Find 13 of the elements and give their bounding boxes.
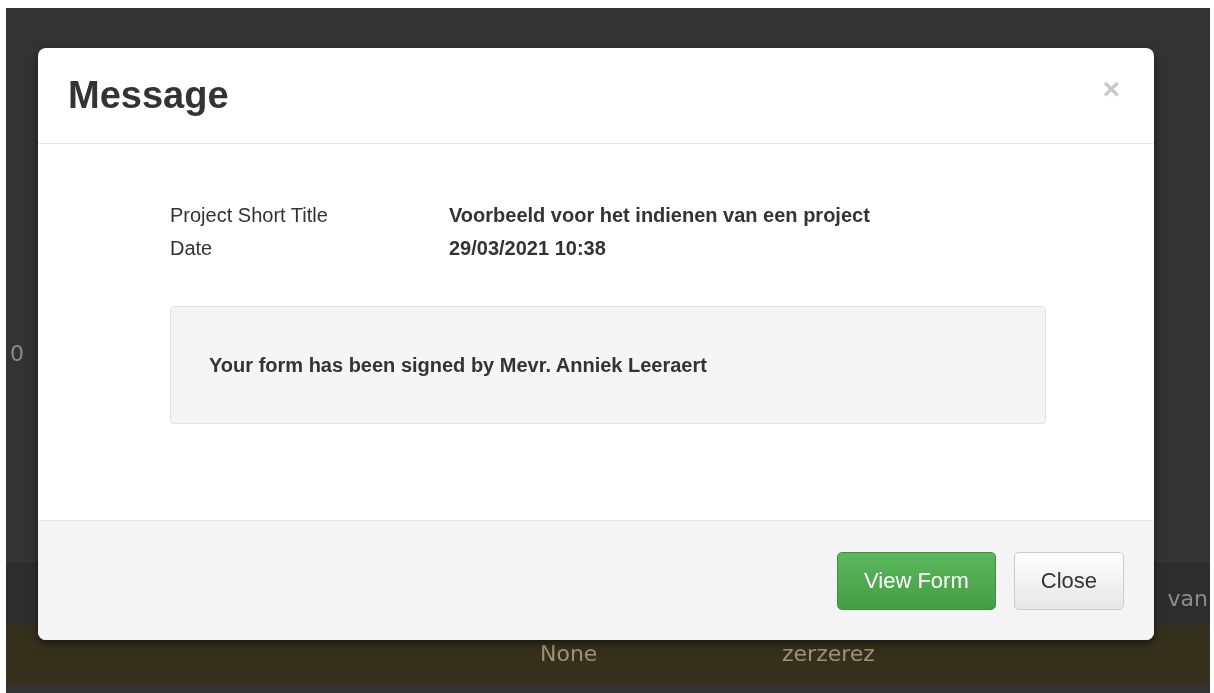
background-text: van (1167, 586, 1208, 611)
field-value: 29/03/2021 10:38 (449, 237, 607, 260)
close-dialog-button[interactable]: Close (1013, 551, 1124, 610)
field-label: Project Short Title (170, 204, 329, 227)
field-label: Date (170, 237, 214, 260)
dialog-title: Message (68, 74, 229, 117)
table-cell: zerzerez (782, 641, 875, 666)
message-text: Your form has been signed by Mevr. Anniek Leeraert (209, 353, 707, 377)
close-button[interactable]: × (1102, 71, 1120, 106)
view-form-button[interactable]: View Form (837, 551, 996, 610)
field-value: Voorbeeld voor het indienen van een project (449, 204, 871, 227)
background-text: 0 (10, 341, 24, 366)
table-cell: None (540, 641, 598, 666)
